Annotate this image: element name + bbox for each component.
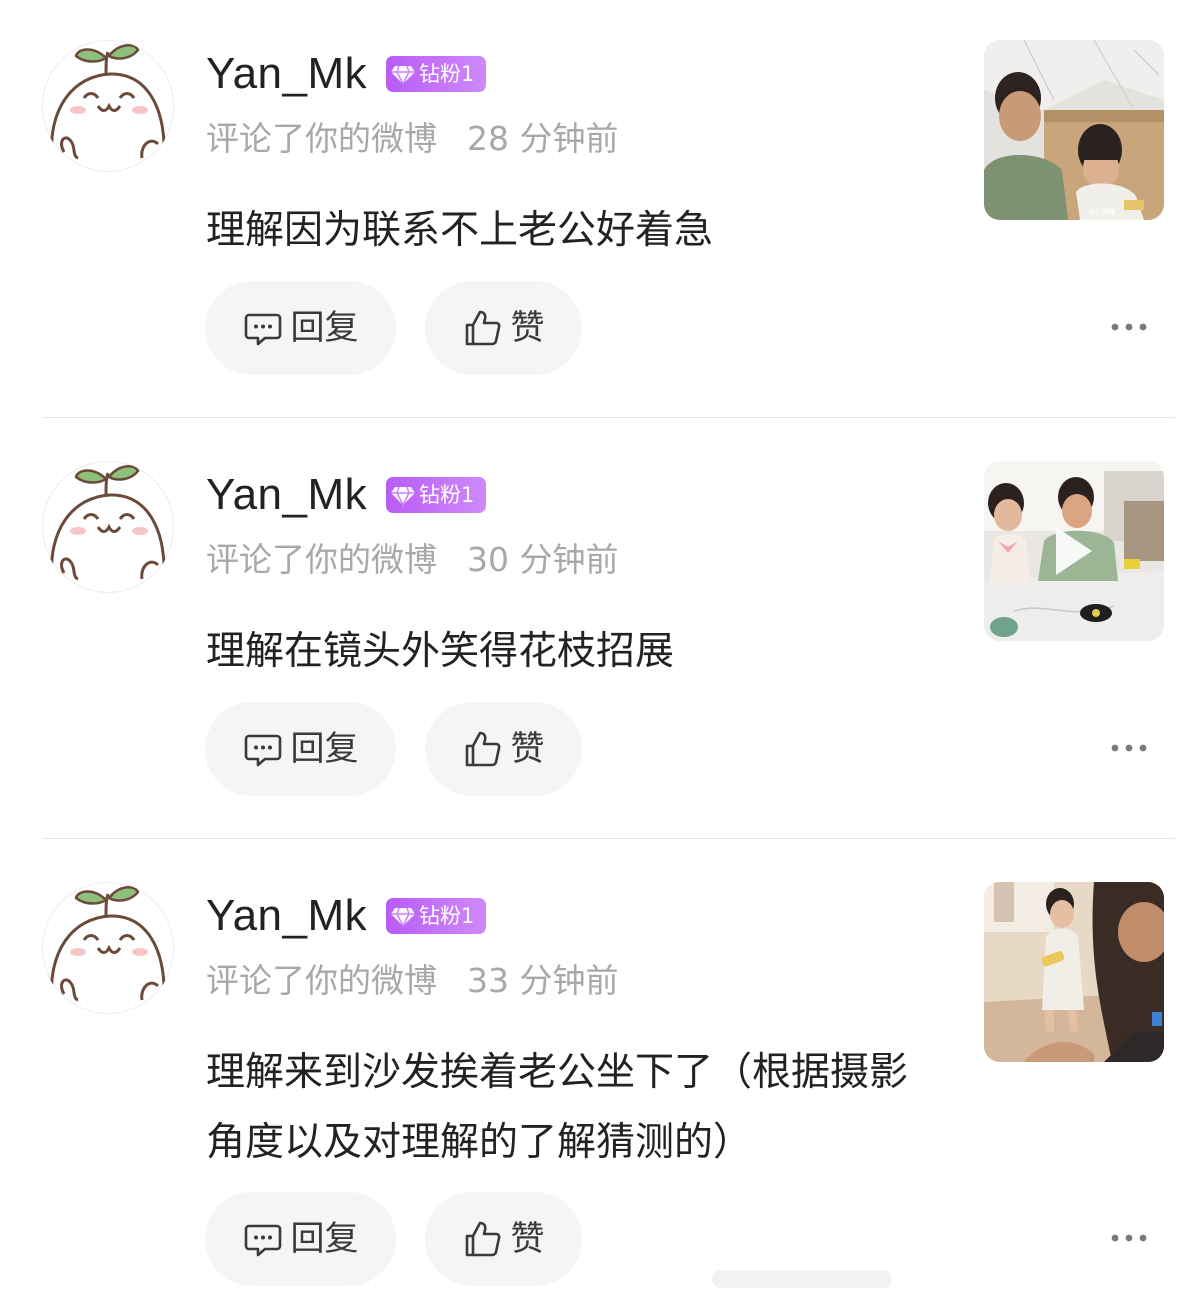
- reply-label: 回复: [290, 1219, 359, 1259]
- watermark-mark: [712, 1270, 892, 1288]
- like-button[interactable]: 赞: [425, 1192, 582, 1286]
- comment-meta: 评论了你的微博 33 分钟前: [206, 958, 618, 1004]
- thumbs-up-icon: [465, 310, 500, 346]
- diamond-icon: [391, 65, 415, 86]
- username[interactable]: Yan_Mk: [206, 465, 367, 525]
- timestamp: 30 分钟前: [467, 540, 619, 579]
- username[interactable]: Yan_Mk: [206, 886, 367, 946]
- reply-label: 回复: [290, 308, 359, 348]
- fan-level-badge[interactable]: 钻粉1: [386, 477, 486, 513]
- badge-label: 钻粉1: [419, 483, 475, 507]
- sprout-avatar-icon: [50, 43, 166, 160]
- action-text: 评论了你的微博: [206, 119, 437, 158]
- thumbnail-caption: @礼貌龟: [1088, 207, 1116, 216]
- comment-meta: 评论了你的微博 28 分钟前: [206, 116, 618, 162]
- avatar[interactable]: [42, 882, 174, 1014]
- like-button[interactable]: 赞: [425, 281, 582, 375]
- thumbs-up-icon: [465, 1221, 500, 1257]
- badge-label: 钻粉1: [419, 904, 475, 928]
- more-options-button[interactable]: [1104, 728, 1154, 768]
- reply-button[interactable]: 回复: [205, 281, 396, 375]
- sprout-avatar-icon: [50, 885, 166, 1002]
- more-options-button[interactable]: [1104, 1218, 1154, 1258]
- post-thumbnail[interactable]: [984, 882, 1164, 1062]
- like-label: 赞: [510, 308, 545, 348]
- post-thumbnail[interactable]: [984, 461, 1164, 641]
- comment-bubble-icon: [244, 313, 281, 346]
- comment-meta: 评论了你的微博 30 分钟前: [206, 537, 618, 583]
- sprout-avatar-icon: [50, 464, 166, 581]
- badge-label: 钻粉1: [419, 62, 475, 86]
- avatar[interactable]: [42, 40, 174, 172]
- username[interactable]: Yan_Mk: [206, 44, 367, 104]
- diamond-icon: [391, 907, 415, 928]
- comment-text: 理解因为联系不上老公好着急: [206, 208, 714, 253]
- more-dots-icon: [1111, 1234, 1147, 1242]
- comment-item: Yan_Mk 钻粉1 评论了你的微博 33 分钟前 理解来到沙发挨着老公坐下了（根…: [0, 842, 1197, 1307]
- post-thumbnail[interactable]: @礼貌龟: [984, 40, 1164, 220]
- diamond-icon: [391, 486, 415, 507]
- reply-button[interactable]: 回复: [205, 1192, 396, 1286]
- more-options-button[interactable]: [1104, 307, 1154, 347]
- timestamp: 28 分钟前: [467, 119, 619, 158]
- comment-text: 理解来到沙发挨着老公坐下了（根据摄影角度以及对理解的了解猜测的）: [206, 1050, 909, 1165]
- action-text: 评论了你的微博: [206, 540, 437, 579]
- like-button[interactable]: 赞: [425, 702, 582, 796]
- comment-item: Yan_Mk 钻粉1 评论了你的微博 28 分钟前 理解因为联系不上老公好着急 @…: [0, 0, 1197, 418]
- reply-label: 回复: [290, 729, 359, 769]
- divider: [42, 838, 1175, 839]
- avatar[interactable]: [42, 461, 174, 593]
- comment-item: Yan_Mk 钻粉1 评论了你的微博 30 分钟前 理解在镜头外笑得花枝招展 回…: [0, 421, 1197, 839]
- like-label: 赞: [510, 1219, 545, 1259]
- reply-button[interactable]: 回复: [205, 702, 396, 796]
- fan-level-badge[interactable]: 钻粉1: [386, 56, 486, 92]
- like-label: 赞: [510, 729, 545, 769]
- post-photo-image: [984, 882, 1164, 1062]
- divider: [42, 417, 1175, 418]
- more-dots-icon: [1111, 744, 1147, 752]
- timestamp: 33 分钟前: [467, 961, 619, 1000]
- comment-bubble-icon: [244, 1224, 281, 1257]
- more-dots-icon: [1111, 323, 1147, 331]
- post-video-image: [984, 461, 1164, 641]
- comment-text: 理解在镜头外笑得花枝招展: [206, 629, 675, 674]
- action-text: 评论了你的微博: [206, 961, 437, 1000]
- thumbs-up-icon: [465, 731, 500, 767]
- comment-bubble-icon: [244, 734, 281, 767]
- post-photo-image: @礼貌龟: [984, 40, 1164, 220]
- fan-level-badge[interactable]: 钻粉1: [386, 898, 486, 934]
